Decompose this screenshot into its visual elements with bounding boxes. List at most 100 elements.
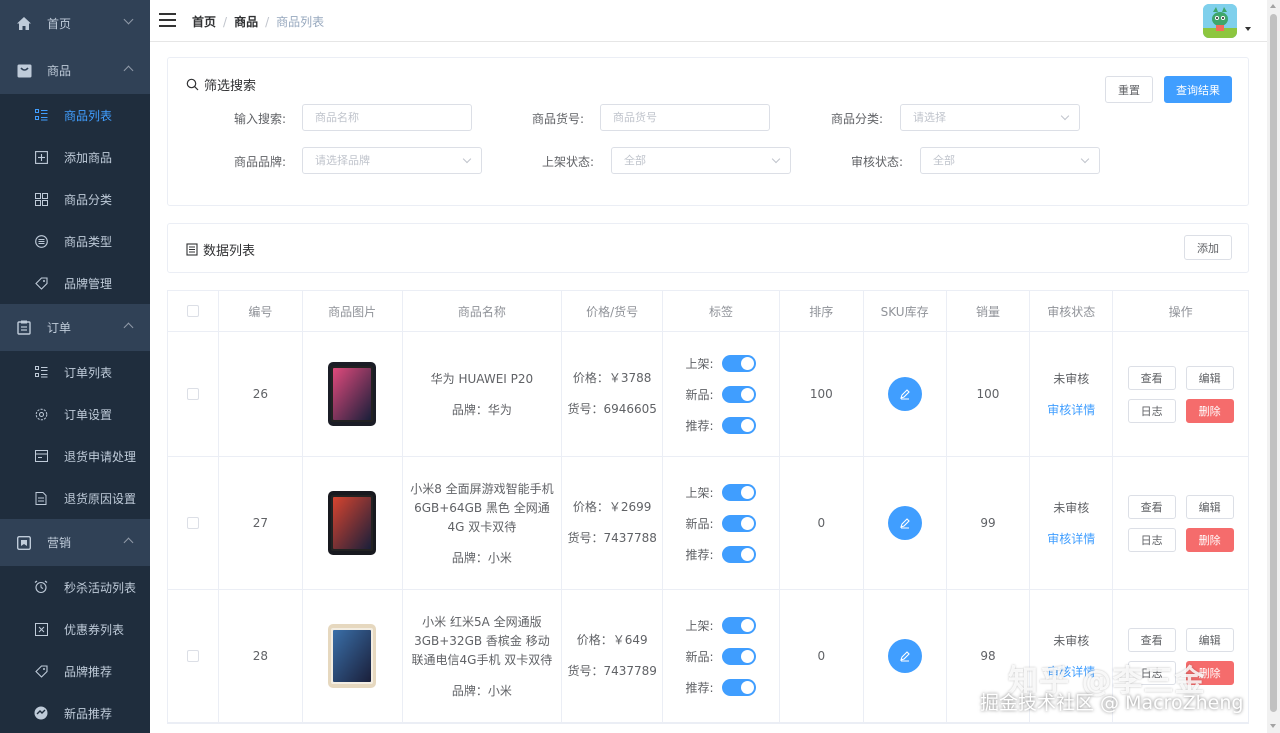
column-header: 价格/货号 xyxy=(562,291,664,331)
reset-button[interactable]: 重置 xyxy=(1105,76,1153,103)
sidebar-item-1-4[interactable]: 品牌管理 xyxy=(0,262,150,304)
tag-switch[interactable] xyxy=(722,416,757,434)
brand-select[interactable]: 请选择品牌 xyxy=(302,147,482,174)
verify-status-select[interactable]: 全部 xyxy=(920,147,1100,174)
tags-cell: 上架: 新品: 推荐: xyxy=(663,590,780,722)
edit-button[interactable]: 编辑 xyxy=(1185,627,1234,652)
scroll-down-icon[interactable] xyxy=(1270,724,1276,728)
edit-sku-button[interactable] xyxy=(887,377,922,411)
search-icon xyxy=(186,78,199,91)
row-checkbox[interactable] xyxy=(186,388,199,400)
sidebar-item-1-0[interactable]: 商品列表 xyxy=(0,94,150,136)
keyword-input[interactable]: 商品名称 xyxy=(302,104,472,131)
add-product-button[interactable]: 添加 xyxy=(1184,235,1232,260)
brand-select-value: 请选择品牌 xyxy=(315,154,370,167)
row-checkbox[interactable] xyxy=(186,650,199,662)
product-name: 小米 红米5A 全网通版 3GB+32GB 香槟金 移动联通电信4G手机 双卡双… xyxy=(411,615,553,667)
sidebar-item-1-3[interactable]: 商品类型 xyxy=(0,220,150,262)
list-icon xyxy=(34,365,48,379)
verify-status-value: 全部 xyxy=(933,154,955,167)
sidebar-item-label: 优惠券列表 xyxy=(64,622,125,637)
audit-detail-link[interactable]: 审核详情 xyxy=(1047,530,1095,547)
product-image xyxy=(328,362,377,426)
sidebar-group-label: 营销 xyxy=(47,536,72,550)
ops-cell: 查看 编辑 日志 删除 xyxy=(1113,457,1248,589)
filter-title-text: 筛选搜索 xyxy=(204,79,257,94)
sn-input[interactable]: 商品货号 xyxy=(600,104,770,131)
tag-switch[interactable] xyxy=(722,385,757,403)
chevron-down-icon xyxy=(1060,111,1070,121)
tag-line: 推荐: xyxy=(685,410,757,441)
tag-switch[interactable] xyxy=(722,354,757,372)
sort-cell: 100 xyxy=(780,332,864,456)
ops-cell: 查看 编辑 日志 删除 xyxy=(1113,332,1248,456)
sidebar-group-3[interactable]: 营销 xyxy=(0,519,150,566)
sku-cell xyxy=(864,590,947,722)
delete-button[interactable]: 删除 xyxy=(1185,527,1234,552)
tag-switch[interactable] xyxy=(722,545,757,563)
sku-cell xyxy=(864,332,947,456)
log-button[interactable]: 日志 xyxy=(1127,527,1176,552)
audit-status: 未审核 xyxy=(1053,372,1090,386)
tag-switch[interactable] xyxy=(722,678,757,696)
sidebar-item-label: 退货原因设置 xyxy=(64,491,137,506)
page-scrollbar[interactable] xyxy=(1267,0,1280,733)
tag-label: 上架: xyxy=(685,485,714,500)
tag-switch[interactable] xyxy=(722,647,757,665)
audit-detail-link[interactable]: 审核详情 xyxy=(1047,401,1095,418)
sidebar-item-2-1[interactable]: 订单设置 xyxy=(0,393,150,435)
row-checkbox[interactable] xyxy=(186,517,199,529)
edit-button[interactable]: 编辑 xyxy=(1185,494,1234,519)
sidebar-item-3-2[interactable]: 品牌推荐 xyxy=(0,650,150,692)
log-button[interactable]: 日志 xyxy=(1127,398,1176,423)
table-row: 26 华为 HUAWEI P20 品牌：华为 价格：￥3788 货号：6946605 上架… xyxy=(168,332,1248,457)
data-list-card: 数据列表 添加 xyxy=(167,223,1249,273)
sidebar-group-0[interactable]: 首页 xyxy=(0,0,150,47)
view-button[interactable]: 查看 xyxy=(1127,494,1176,519)
tag-switch[interactable] xyxy=(722,514,757,532)
sidebar-item-2-0[interactable]: 订单列表 xyxy=(0,351,150,393)
add-square-icon xyxy=(34,150,48,164)
sidebar-item-2-2[interactable]: 退货申请处理 xyxy=(0,435,150,477)
chevron-down-icon xyxy=(1080,154,1090,164)
tag-switch[interactable] xyxy=(722,616,757,634)
tag-label: 新品: xyxy=(685,387,714,402)
view-button[interactable]: 查看 xyxy=(1127,627,1176,652)
edit-sku-button[interactable] xyxy=(887,506,922,540)
audit-status: 未审核 xyxy=(1053,634,1090,648)
scroll-up-icon[interactable] xyxy=(1270,4,1276,8)
sidebar-item-3-0[interactable]: 秒杀活动列表 xyxy=(0,566,150,608)
delete-button[interactable]: 删除 xyxy=(1185,398,1234,423)
select-all-checkbox[interactable] xyxy=(186,305,199,317)
sidebar-item-label: 商品列表 xyxy=(64,108,113,123)
hamburger-menu-icon[interactable] xyxy=(159,13,176,27)
audit-cell: 未审核 审核详情 xyxy=(1030,457,1114,589)
avatar-image xyxy=(1203,4,1237,38)
breadcrumb-product[interactable]: 商品 xyxy=(234,13,258,30)
edit-sku-button[interactable] xyxy=(887,639,922,673)
id-cell: 27 xyxy=(219,457,303,589)
tag-line: 上架: xyxy=(685,477,757,508)
publish-status-select[interactable]: 全部 xyxy=(611,147,791,174)
view-button[interactable]: 查看 xyxy=(1127,365,1176,390)
category-select[interactable]: 请选择 xyxy=(900,104,1080,131)
tag-line: 新品: xyxy=(685,641,757,672)
tag-switch[interactable] xyxy=(722,483,757,501)
category-label: 商品分类: xyxy=(830,112,883,126)
price-cell: 价格：￥649 货号：7437789 xyxy=(562,590,664,722)
sidebar-item-3-3[interactable]: 新品推荐 xyxy=(0,692,150,733)
user-avatar[interactable] xyxy=(1203,4,1237,38)
caret-down-icon[interactable] xyxy=(1245,27,1251,31)
sidebar-group-1[interactable]: 商品 xyxy=(0,47,150,94)
alarm-icon xyxy=(34,580,48,594)
sidebar-group-2[interactable]: 订单 xyxy=(0,304,150,351)
query-button[interactable]: 查询结果 xyxy=(1164,76,1232,103)
breadcrumb-home[interactable]: 首页 xyxy=(192,13,216,30)
sidebar-item-3-1[interactable]: 优惠券列表 xyxy=(0,608,150,650)
sidebar-item-2-3[interactable]: 退货原因设置 xyxy=(0,477,150,519)
sidebar-item-1-1[interactable]: 添加商品 xyxy=(0,136,150,178)
scrollbar-thumb[interactable] xyxy=(1270,14,1277,712)
edit-button[interactable]: 编辑 xyxy=(1185,365,1234,390)
sidebar-item-1-2[interactable]: 商品分类 xyxy=(0,178,150,220)
sidebar-item-label: 品牌推荐 xyxy=(64,664,113,679)
